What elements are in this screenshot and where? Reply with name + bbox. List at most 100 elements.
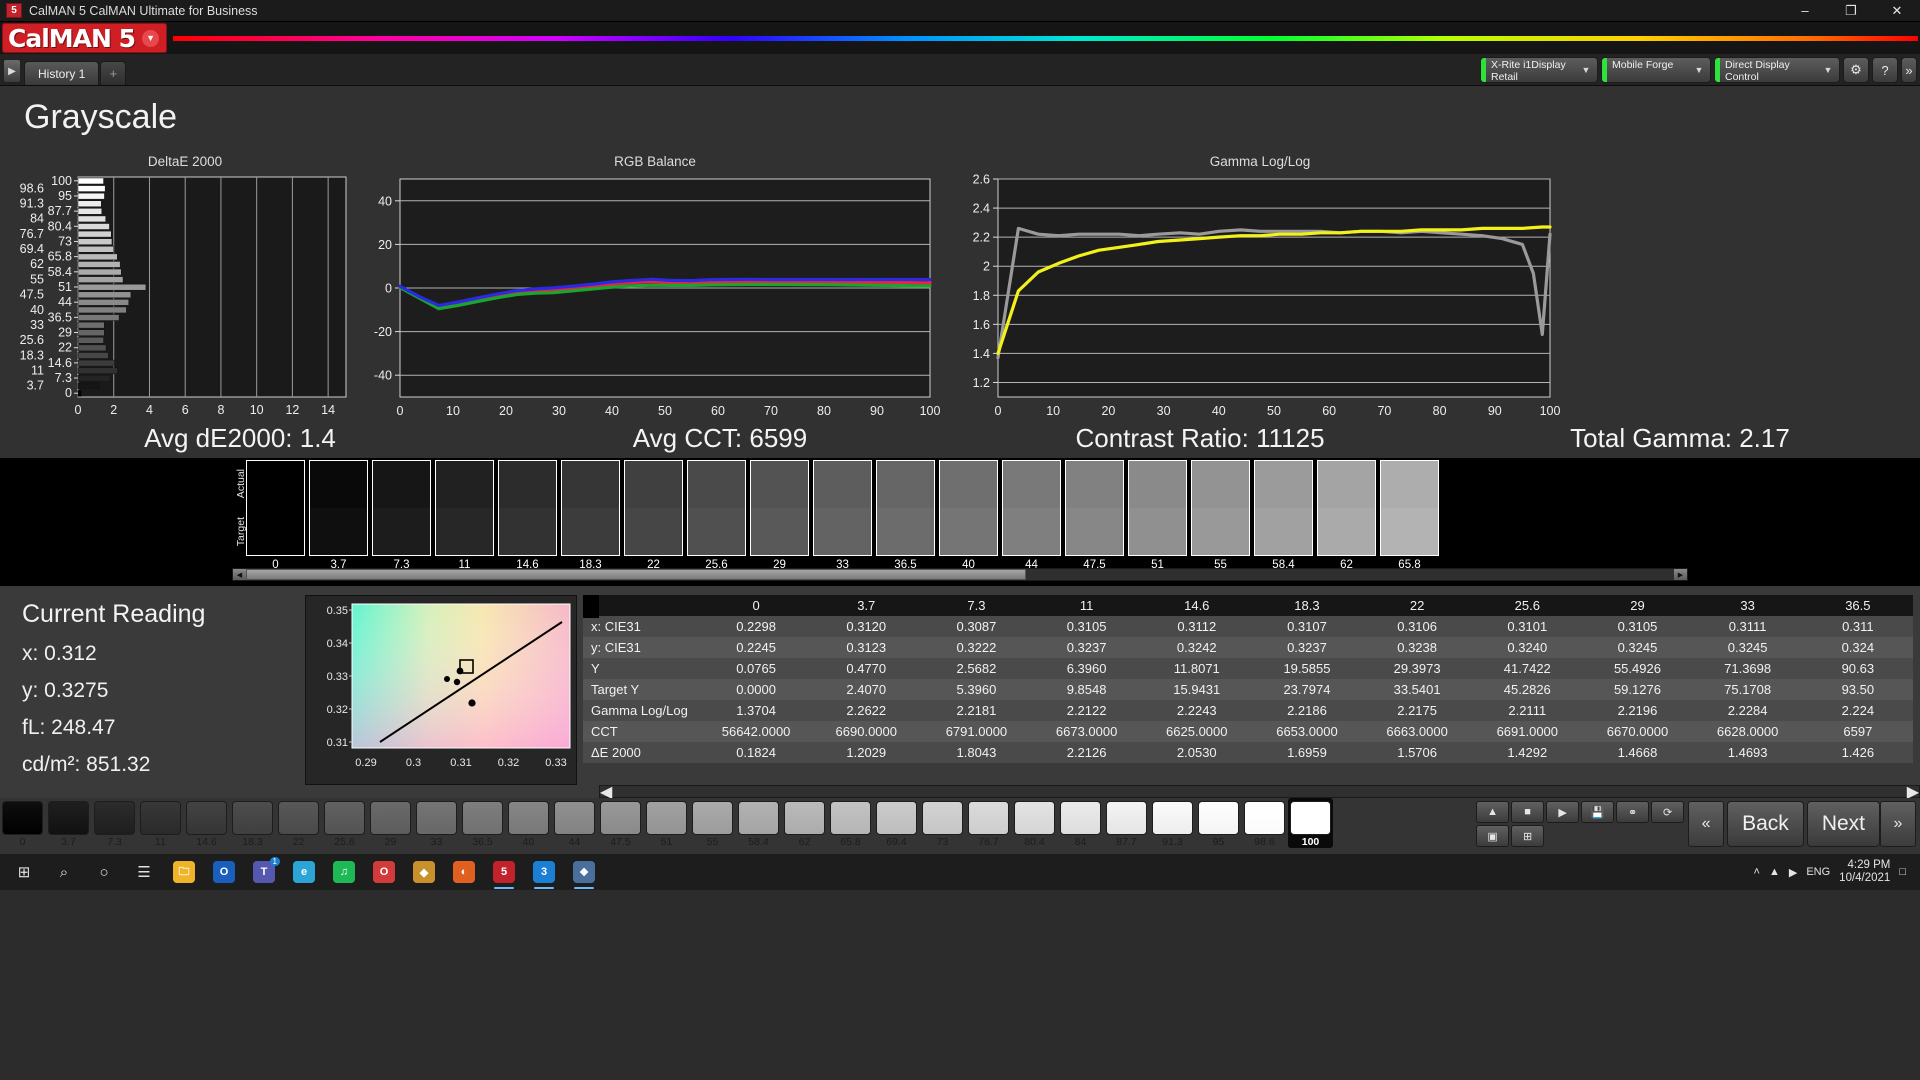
patch-column[interactable]: 65.8 [1380,460,1439,571]
minimize-icon[interactable]: – [1782,0,1828,22]
bottom-patch-item[interactable]: 3.7 [46,798,91,848]
bottom-patch-item[interactable]: 22 [276,798,321,848]
table-column-header[interactable]: 33 [1692,595,1803,616]
bottom-patch-swatch[interactable] [1014,801,1055,835]
patch-swatch[interactable] [1128,460,1187,556]
bottom-patch-item[interactable]: 0 [0,798,45,848]
patch-swatch[interactable] [939,460,998,556]
patch-swatch[interactable] [1254,460,1313,556]
bottom-patch-swatch[interactable] [140,801,181,835]
table-scroll-right-icon[interactable]: ▶ [1907,782,1919,799]
table-column-header[interactable]: 36.5 [1802,595,1913,616]
bottom-patch-swatch[interactable] [600,801,641,835]
patch-column[interactable]: 62 [1317,460,1376,571]
patch-column[interactable]: 22 [624,460,683,571]
bottom-patch-swatch[interactable] [48,801,89,835]
monitor-icon[interactable]: ▣ [1476,825,1510,847]
up-icon[interactable]: ▲ [1476,801,1510,823]
table-column-header[interactable]: 14.6 [1141,595,1252,616]
bottom-patch-item[interactable]: 18.3 [230,798,275,848]
bottom-patch-item[interactable]: 11 [138,798,183,848]
patch-column[interactable]: 47.5 [1065,460,1124,571]
table-column-header[interactable]: 0 [701,595,812,616]
bottom-patch-item[interactable]: 36.5 [460,798,505,848]
patch-column[interactable]: 36.5 [876,460,935,571]
bottom-patch-swatch[interactable] [1106,801,1147,835]
patch-column[interactable]: 55 [1191,460,1250,571]
notification-icon[interactable]: □ [1899,866,1906,878]
bottom-patch-item[interactable]: 55 [690,798,735,848]
nav-forward-icon[interactable]: ▶ [3,59,21,83]
patch-column[interactable]: 40 [939,460,998,571]
taskbar-app-opera[interactable]: O [364,854,404,890]
scrollbar-thumb[interactable] [246,569,1026,580]
bottom-patch-item[interactable]: 51 [644,798,689,848]
patch-column[interactable]: 33 [813,460,872,571]
table-column-header[interactable]: 22 [1362,595,1473,616]
bottom-patch-item[interactable]: 91.3 [1150,798,1195,848]
chevron-down-icon[interactable]: ▼ [1575,58,1597,82]
bottom-patch-item[interactable]: 62 [782,798,827,848]
save-icon[interactable]: 💾 [1581,801,1615,823]
patch-column[interactable]: 3.7 [309,460,368,571]
patch-swatch[interactable] [561,460,620,556]
bottom-patch-item[interactable]: 47.5 [598,798,643,848]
bottom-patch-item[interactable]: 40 [506,798,551,848]
bottom-patch-item[interactable]: 65.8 [828,798,873,848]
taskbar-app-spotify[interactable]: ♫ [324,854,364,890]
bottom-patch-swatch[interactable] [968,801,1009,835]
next-page-icon[interactable]: » [1880,801,1916,847]
bottom-patch-swatch[interactable] [416,801,457,835]
patch-swatch[interactable] [813,460,872,556]
taskbar-app-firefox[interactable]: ◐ [444,854,484,890]
patch-swatch[interactable] [750,460,809,556]
bottom-patch-item[interactable]: 100 [1288,798,1333,848]
chevron-down-icon[interactable]: ▼ [142,29,160,47]
patch-swatch[interactable] [687,460,746,556]
cortana-icon[interactable]: ○ [84,854,124,890]
prev-page-icon[interactable]: « [1688,801,1725,847]
bottom-patch-swatch[interactable] [1244,801,1285,835]
close-icon[interactable]: ✕ [1874,0,1920,22]
scroll-right-icon[interactable]: ▶ [1674,569,1687,580]
patch-column[interactable]: 14.6 [498,460,557,571]
patch-swatch[interactable] [1380,460,1439,556]
bottom-patch-swatch[interactable] [1198,801,1239,835]
patch-column[interactable]: 7.3 [372,460,431,571]
table-scroll-left-icon[interactable]: ◀ [600,782,612,799]
bottom-patch-swatch[interactable] [278,801,319,835]
cie-chromaticity-chart[interactable]: 0.35 0.34 0.33 0.32 0.31 0.29 0.3 0.31 0.32 0.33 [305,595,577,785]
bottom-patch-item[interactable]: 69.4 [874,798,919,848]
maximize-icon[interactable]: ❐ [1828,0,1874,22]
meter-selector[interactable]: X-Rite i1Display Retail OLED ▼ [1480,57,1598,83]
patch-swatch[interactable] [246,460,305,556]
patch-swatch[interactable] [498,460,557,556]
bottom-patch-swatch[interactable] [186,801,227,835]
source-selector[interactable]: Mobile Forge ▼ [1601,57,1711,83]
bottom-patch-swatch[interactable] [1060,801,1101,835]
bottom-patch-item[interactable]: 98.6 [1242,798,1287,848]
table-column-header[interactable]: 29 [1582,595,1693,616]
patch-swatch[interactable] [1065,460,1124,556]
bottom-patch-item[interactable]: 29 [368,798,413,848]
next-button[interactable]: Next [1806,801,1880,847]
patch-column[interactable]: 29 [750,460,809,571]
refresh-icon[interactable]: ⟳ [1651,801,1685,823]
table-column-header[interactable]: 7.3 [921,595,1032,616]
bottom-patch-swatch[interactable] [554,801,595,835]
table-column-header[interactable]: 25.6 [1472,595,1583,616]
bottom-patch-swatch[interactable] [1152,801,1193,835]
patch-swatch[interactable] [372,460,431,556]
patch-swatch[interactable] [1002,460,1061,556]
bottom-patch-swatch[interactable] [324,801,365,835]
stop-icon[interactable]: ■ [1511,801,1545,823]
patch-strip-scrollbar[interactable]: ◀ ▶ [232,568,1688,581]
patch-swatch[interactable] [624,460,683,556]
chevron-down-icon[interactable]: ▼ [1817,58,1839,82]
taskbar-app-list[interactable]: 🗀 O T 1 e ♫ O ◆ ◐ 5 3 ❖ [164,854,604,890]
taskbar-app-misc-app[interactable]: ❖ [564,854,604,890]
link-icon[interactable]: ⚭ [1616,801,1650,823]
bottom-patch-swatch[interactable] [646,801,687,835]
patch-column[interactable]: 18.3 [561,460,620,571]
bottom-patch-swatch[interactable] [738,801,779,835]
